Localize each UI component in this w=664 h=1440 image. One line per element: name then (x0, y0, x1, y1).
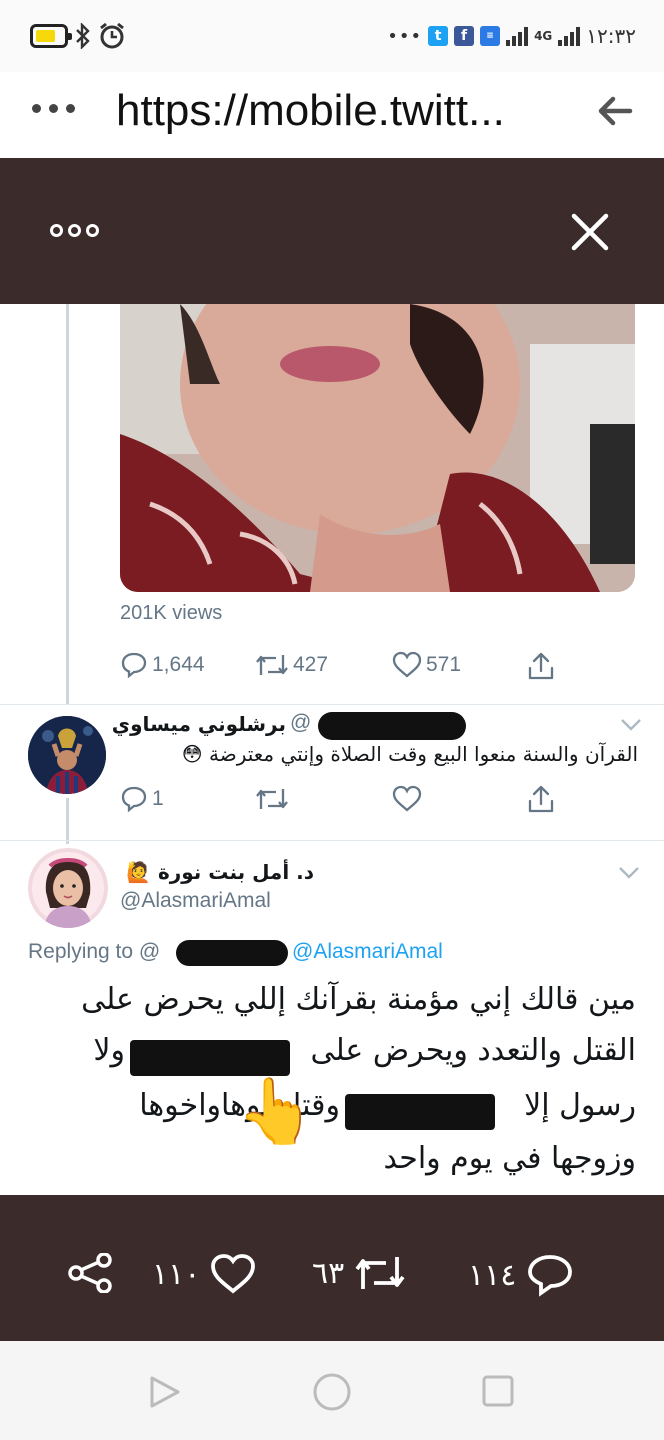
reply-author-handle[interactable]: @AlasmariAmal (120, 889, 271, 913)
back-arrow-icon[interactable] (596, 94, 634, 128)
replying-to-label: Replying to @ (28, 940, 161, 963)
reply-button[interactable]: 1,644 (120, 651, 205, 679)
status-bar: ••• t f ≡ 4G ١٢:٣٢ (0, 0, 664, 72)
tweet-text-line-3: رسول إلا (524, 1088, 636, 1123)
more-options-button[interactable] (50, 224, 99, 237)
reply-author-name[interactable]: د. أمل بنت نورة 🙋 (120, 860, 314, 884)
retweet-count: ٦٣ (312, 1255, 345, 1291)
reply-count: 1 (152, 787, 164, 810)
system-nav-bar (0, 1341, 664, 1440)
redacted-handle (176, 940, 288, 966)
tweet-text-line-4: وزوجها في يوم واحد (383, 1141, 636, 1176)
facebook-app-icon: f (454, 26, 475, 46)
like-button[interactable] (392, 785, 422, 813)
redacted-text (130, 1040, 290, 1076)
reply-author-name[interactable]: برشلوني ميساوي (112, 712, 286, 736)
status-right: ••• t f ≡ 4G ١٢:٣٢ (387, 24, 636, 48)
network-type: 4G (534, 29, 553, 43)
reply-icon (121, 652, 147, 679)
retweet-button[interactable] (255, 785, 289, 813)
status-left (30, 22, 126, 50)
pointing-hand-emoji: 👆 (236, 1075, 316, 1149)
retweet-button[interactable]: ٦٣ (312, 1253, 406, 1293)
retweet-count: 427 (293, 653, 329, 676)
news-app-icon: ≡ (480, 26, 501, 46)
battery-icon (30, 24, 72, 48)
reply-text: القرآن والسنة منعوا البيع وقت الصلاة وإن… (181, 742, 638, 766)
share-network-icon (68, 1253, 112, 1293)
avatar[interactable] (28, 848, 108, 928)
heart-icon (392, 651, 422, 678)
divider (0, 840, 664, 841)
reply-count: 1,644 (152, 653, 205, 676)
browser-url-bar: https://mobile.twitt... (0, 72, 664, 158)
status-time: ١٢:٣٢ (586, 24, 636, 48)
retweet-icon (256, 655, 288, 675)
like-count: ١١٠ (152, 1256, 201, 1292)
signal-icon-2 (558, 26, 581, 46)
reply-icon (121, 786, 147, 813)
video-thumbnail[interactable] (120, 304, 635, 592)
share-icon (528, 652, 554, 680)
reply-button[interactable]: ١١٤ (468, 1253, 574, 1297)
share-button[interactable] (66, 1253, 114, 1293)
close-icon[interactable] (570, 212, 610, 252)
retweet-button[interactable]: 427 (255, 651, 328, 679)
like-button[interactable]: ١١٠ (152, 1253, 256, 1295)
reply-icon (528, 1255, 573, 1297)
recents-square-icon[interactable] (481, 1374, 515, 1408)
reply-count: ١١٤ (468, 1257, 517, 1293)
retweet-icon (256, 789, 288, 809)
twitter-app-icon: t (428, 26, 449, 46)
video-frame-image (120, 304, 635, 592)
home-circle-icon[interactable] (312, 1372, 352, 1412)
retweet-icon (355, 1257, 405, 1289)
chevron-down-icon[interactable] (618, 866, 640, 880)
view-count: 201K views (120, 602, 223, 624)
like-button[interactable]: 571 (392, 651, 461, 679)
tweet-text-line-1: مين قالك إني مؤمنة بقرآنك إللي يحرض على (81, 982, 636, 1017)
divider (0, 704, 664, 705)
heart-icon (211, 1254, 256, 1294)
chevron-down-icon[interactable] (620, 718, 642, 732)
like-count: 571 (426, 653, 462, 676)
share-button[interactable] (527, 784, 555, 814)
reply-button[interactable]: 1 (120, 785, 164, 813)
media-viewer-bottom-bar: ١١٠ ٦٣ ١١٤ (0, 1195, 664, 1341)
avatar[interactable] (28, 716, 106, 794)
redacted-text (345, 1094, 495, 1130)
heart-icon (392, 785, 422, 812)
alarm-icon (100, 22, 124, 49)
reply-handle-prefix: @ (290, 711, 312, 734)
media-viewer-top-bar (0, 158, 664, 304)
browser-menu-button[interactable] (32, 104, 75, 113)
replying-to-handle[interactable]: @AlasmariAmal (292, 940, 443, 964)
share-icon (528, 785, 554, 813)
url-field[interactable]: https://mobile.twitt... (116, 86, 556, 136)
redacted-handle (318, 712, 466, 740)
bluetooth-icon (76, 23, 90, 49)
thread-line (66, 798, 69, 844)
share-button[interactable] (527, 651, 555, 681)
overflow-dots-icon: ••• (387, 25, 423, 47)
signal-icon (506, 26, 529, 46)
thread-line (66, 304, 69, 704)
back-triangle-icon[interactable] (148, 1375, 182, 1409)
tweet-text-line-2-end: ولا (93, 1033, 125, 1068)
